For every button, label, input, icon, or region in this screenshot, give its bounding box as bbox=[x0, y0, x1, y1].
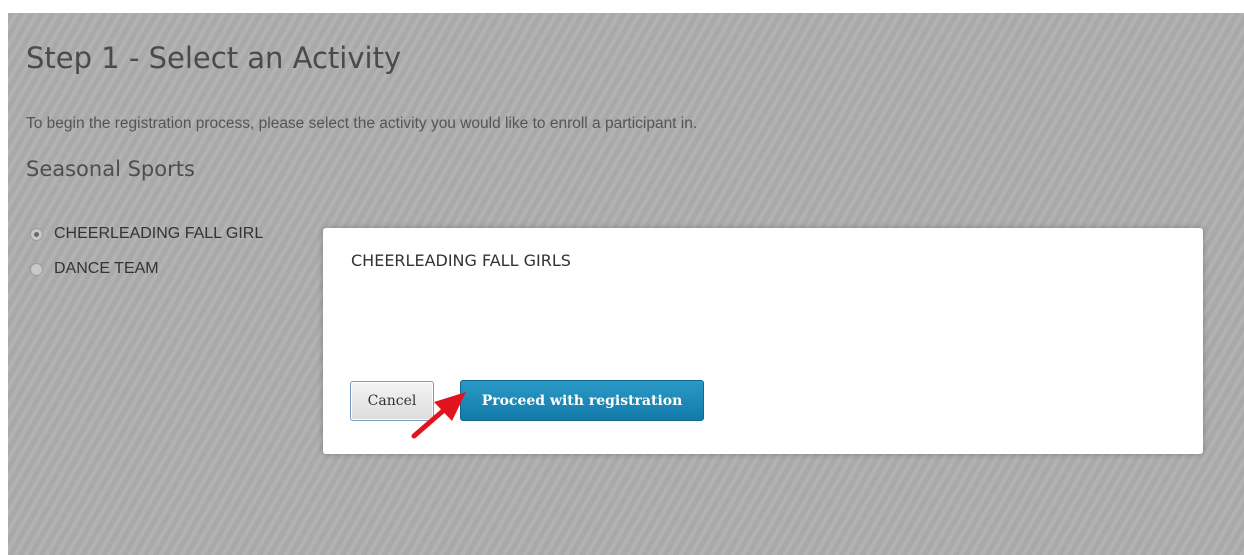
radio-button[interactable] bbox=[30, 262, 43, 276]
intro-text: To begin the registration process, pleas… bbox=[26, 115, 698, 132]
red-pointer-arrow-icon bbox=[411, 392, 466, 439]
activity-option-dance-team[interactable]: DANCE TEAM bbox=[30, 260, 159, 278]
radio-button-selected[interactable] bbox=[30, 227, 43, 241]
activity-option-cheerleading[interactable]: CHEERLEADING FALL GIRL bbox=[30, 225, 263, 243]
page-background: Step 1 - Select an Activity To begin the… bbox=[8, 13, 1244, 555]
section-heading: Seasonal Sports bbox=[26, 157, 195, 181]
page-title: Step 1 - Select an Activity bbox=[26, 41, 402, 75]
dialog-title: CHEERLEADING FALL GIRLS bbox=[351, 251, 571, 270]
activity-label: CHEERLEADING FALL GIRL bbox=[54, 225, 264, 242]
activity-label: DANCE TEAM bbox=[54, 260, 159, 277]
proceed-button[interactable]: Proceed with registration bbox=[460, 380, 704, 421]
